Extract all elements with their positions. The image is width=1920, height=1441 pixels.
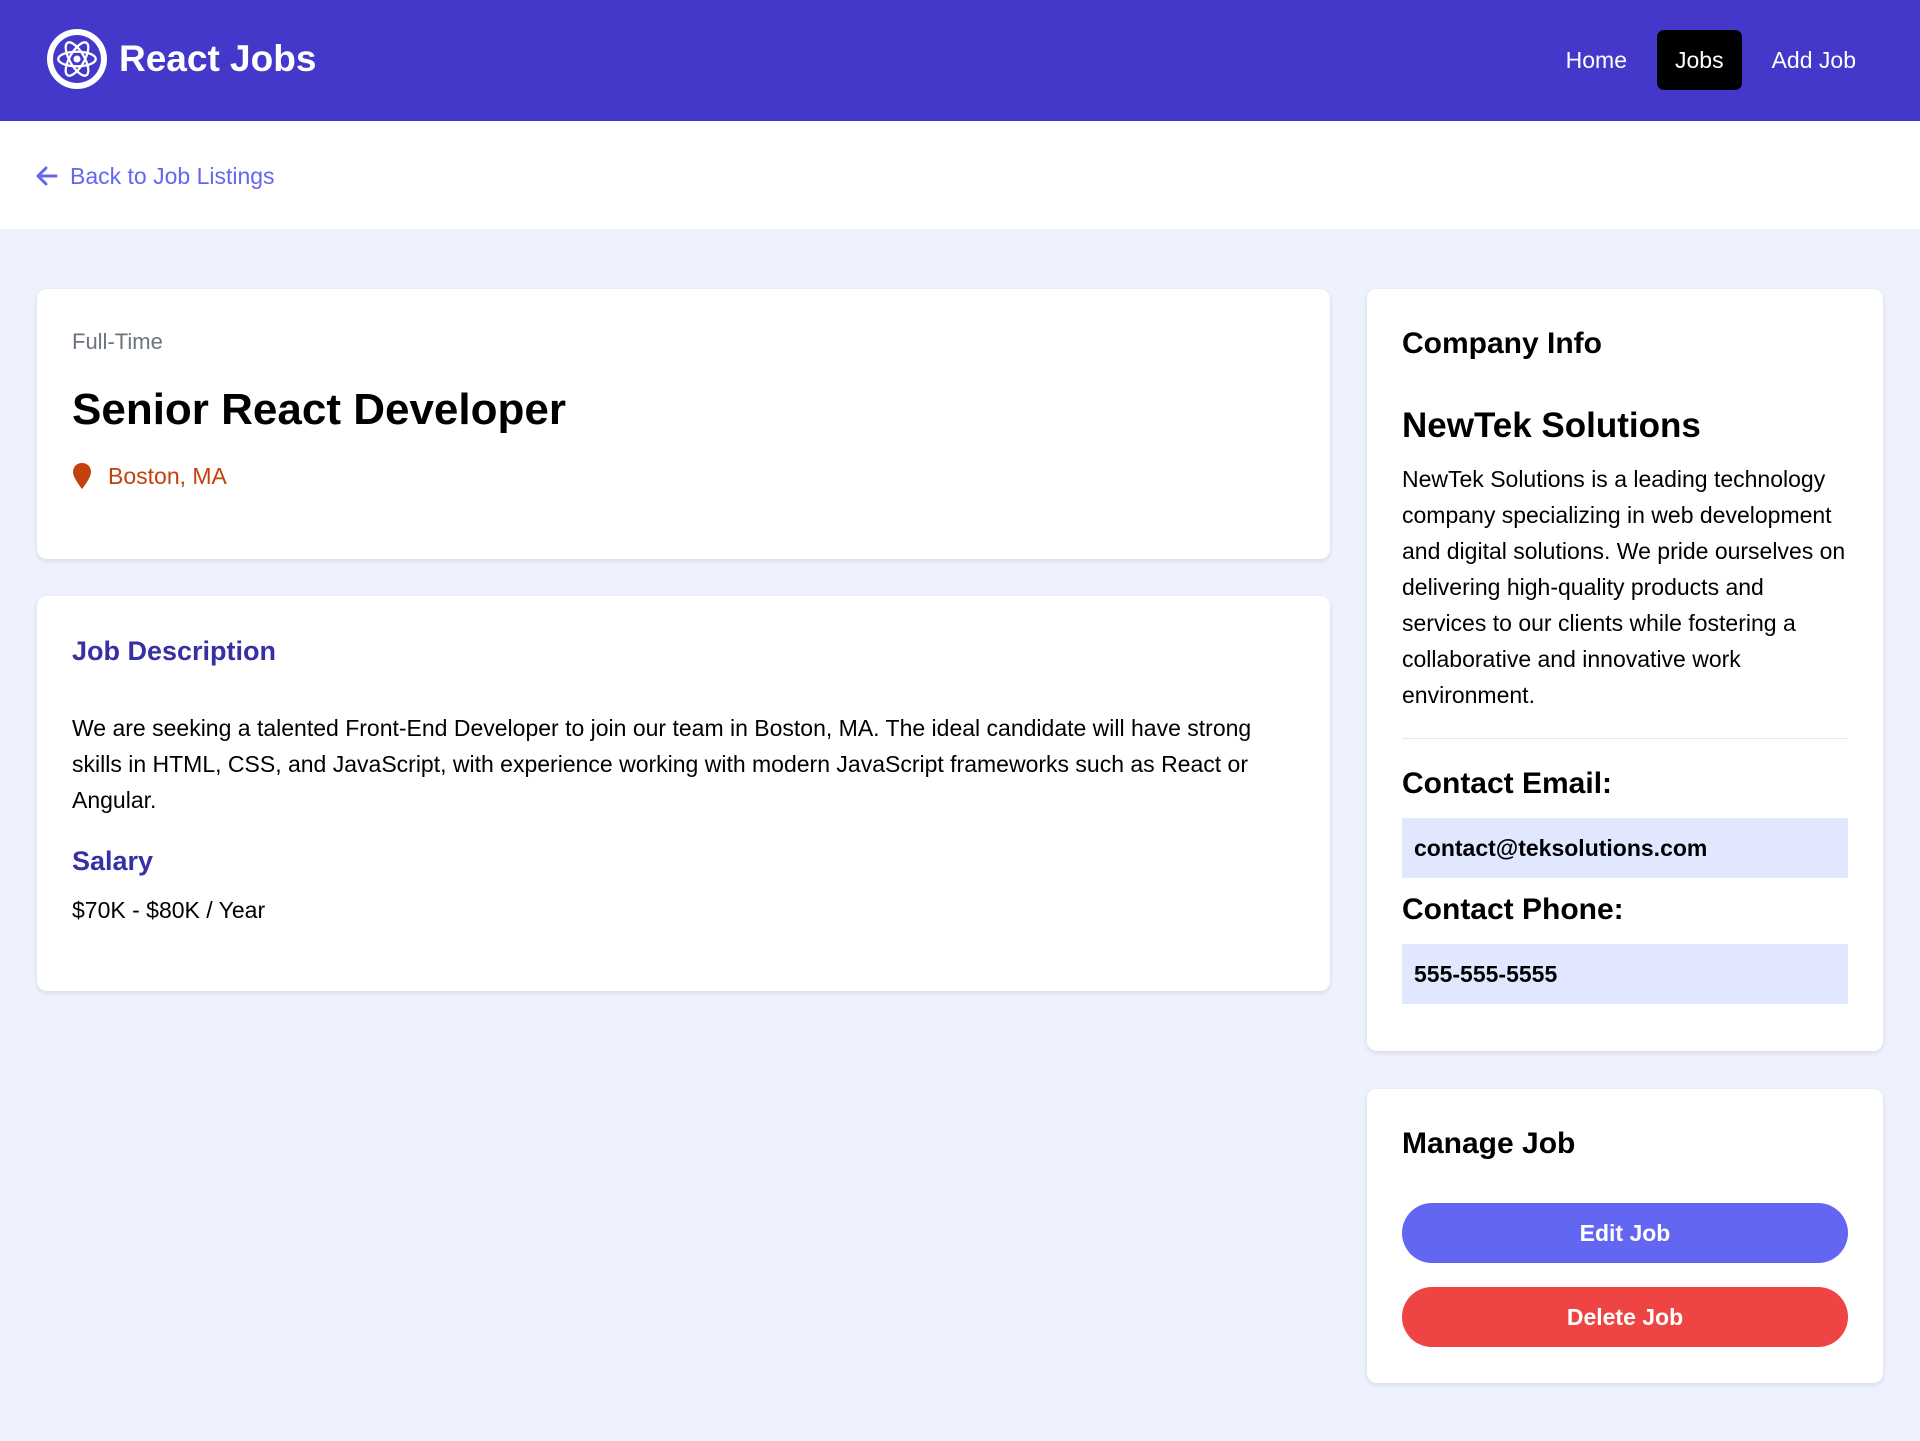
brand-name: React Jobs [119,38,317,79]
job-description-text: We are seeking a talented Front-End Deve… [72,715,1252,813]
company-description: NewTek Solutions is a leading technology… [1402,466,1846,708]
manage-job-heading: Manage Job [1402,1127,1576,1160]
job-location: Boston, MA [72,462,227,490]
company-info-card: Company Info NewTek Solutions NewTek Sol… [1367,289,1883,1051]
manage-job-card: Manage Job Edit Job Delete Job [1367,1089,1883,1383]
back-to-listings-link[interactable]: Back to Job Listings [36,161,275,191]
contact-email-label: Contact Email: [1402,767,1613,800]
job-description-heading: Job Description [72,636,277,666]
contact-phone-label: Contact Phone: [1402,893,1624,926]
divider [1402,738,1848,739]
back-bar: Back to Job Listings [0,121,1920,229]
company-info-heading: Company Info [1402,327,1602,360]
job-location-text: Boston, MA [108,462,227,489]
contact-phone-value: 555-555-5555 [1402,944,1848,1004]
company-name: NewTek Solutions [1402,406,1701,445]
brand-link[interactable]: React Jobs [47,29,316,89]
job-title: Senior React Developer [72,385,566,434]
map-marker-icon [73,463,91,489]
salary-heading: Salary [72,846,154,876]
nav-home-link[interactable]: Home [1548,30,1645,90]
salary-value: $70K - $80K / Year [72,897,266,923]
job-type: Full-Time [72,329,163,354]
arrow-left-icon [36,166,58,186]
nav-links: Home Jobs Add Job [1536,30,1874,90]
nav-jobs-link[interactable]: Jobs [1657,30,1742,90]
job-description-card: Job Description We are seeking a talente… [37,596,1330,991]
navbar: React Jobs Home Jobs Add Job [0,0,1920,121]
react-atom-icon [47,29,107,89]
contact-email-value: contact@teksolutions.com [1402,818,1848,878]
nav-add-job-link[interactable]: Add Job [1754,30,1874,90]
edit-job-button[interactable]: Edit Job [1402,1203,1848,1263]
job-summary-card: Full-Time Senior React Developer Boston,… [37,289,1330,559]
back-link-label: Back to Job Listings [70,163,275,189]
delete-job-button[interactable]: Delete Job [1402,1287,1848,1347]
